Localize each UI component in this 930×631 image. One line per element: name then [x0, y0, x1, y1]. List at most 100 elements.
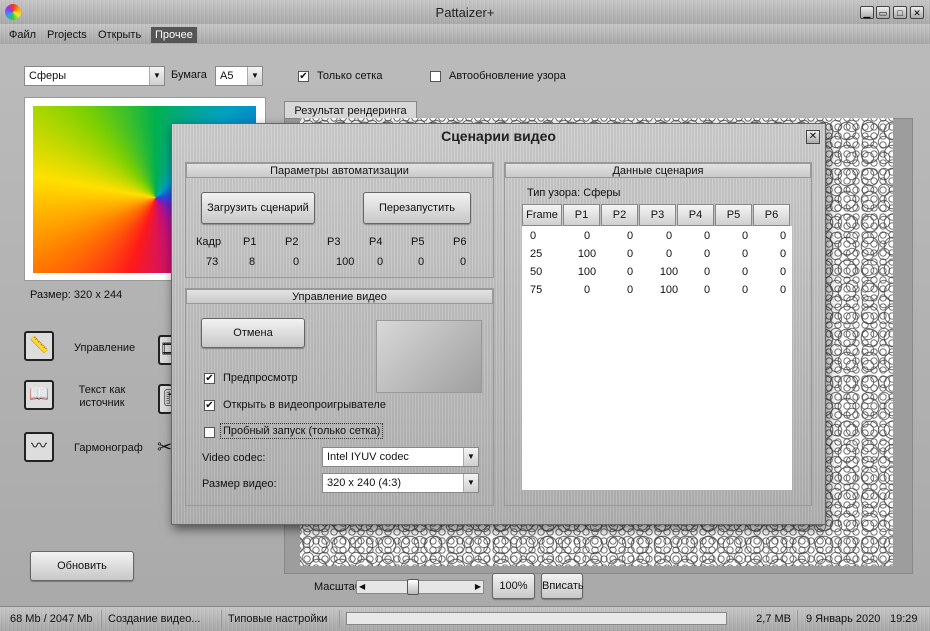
table-cell: 0: [741, 266, 749, 278]
table-cell: 100: [659, 284, 679, 296]
table-cell: 0: [779, 284, 787, 296]
scissors-icon[interactable]: ✂: [157, 437, 172, 458]
feature-harmonograph[interactable]: 〰 Гармонограф: [24, 432, 154, 468]
status-task: Создание видео...: [102, 610, 222, 628]
close-button[interactable]: ✕: [910, 6, 924, 19]
table-cell: 0: [583, 284, 591, 296]
table-cell: 100: [577, 248, 597, 260]
refresh-button[interactable]: Обновить: [30, 551, 134, 581]
slider-right-arrow-icon[interactable]: ▶: [475, 581, 481, 593]
col-p4[interactable]: P4: [677, 204, 714, 226]
feature-text-source[interactable]: 📖 Текст как источник: [24, 380, 154, 416]
p6-value: 0: [460, 256, 467, 268]
table-cell: 50: [530, 266, 543, 278]
only-grid-label: Только сетка: [317, 70, 383, 82]
progress-bar: [346, 612, 727, 625]
restore-button[interactable]: ▭: [876, 6, 890, 19]
table-cell: 0: [741, 230, 749, 242]
status-bar: 68 Mb / 2047 Mb Создание видео... Типовы…: [0, 606, 930, 631]
dialog-close-icon[interactable]: ✕: [806, 130, 820, 144]
video-size-select-value: 320 x 240 (4:3): [327, 477, 401, 489]
codec-label: Video codec:: [202, 452, 266, 464]
chevron-down-icon: ▼: [463, 474, 478, 492]
maximize-button[interactable]: □: [893, 6, 907, 19]
scenario-table-body[interactable]: 0 0 0 0 0 0 0 25 100 0 0 0 0 0 50 100 0 100 0 0 0 75 0 0 100 0 0 0: [522, 226, 792, 490]
slider-thumb[interactable]: [407, 579, 419, 595]
codec-select[interactable]: Intel IYUV codec ▼: [322, 447, 479, 467]
restart-button[interactable]: Перезапустить: [363, 192, 471, 224]
load-scenario-button[interactable]: Загрузить сценарий: [201, 192, 315, 224]
menu-other[interactable]: Прочее: [151, 27, 197, 43]
frame-value: 73: [206, 256, 219, 268]
menu-file[interactable]: Файл: [5, 27, 40, 43]
menu-bar: Файл Projects Открыть Прочее: [0, 24, 930, 44]
feature-harmonograph-label: Гармонограф: [74, 442, 143, 454]
menu-projects[interactable]: Projects: [43, 27, 91, 43]
table-cell: 0: [665, 230, 673, 242]
slider-icon[interactable]: 🎚: [158, 384, 180, 414]
scale-slider[interactable]: ◀ ▶: [356, 579, 484, 595]
fit-button[interactable]: Вписать: [541, 573, 584, 599]
trial-run-label: Пробный запуск (только сетка): [220, 423, 384, 439]
slider-left-arrow-icon[interactable]: ◀: [359, 581, 365, 593]
pattern-type-label: Тип узора: Сферы: [527, 187, 621, 199]
p3-value: 100: [336, 256, 355, 268]
col-p6[interactable]: P6: [753, 204, 790, 226]
title-bar: Pattaizer+ ▁ ▭ □ ✕: [0, 0, 930, 26]
col-p2[interactable]: P2: [601, 204, 638, 226]
paper-select[interactable]: A5 ▼: [215, 66, 263, 86]
table-cell: 0: [703, 230, 711, 242]
col-frame[interactable]: Frame: [522, 204, 562, 226]
p4-header: P4: [369, 236, 383, 248]
trial-run-checkbox[interactable]: [204, 427, 215, 438]
table-row[interactable]: 75 0 0 100 0 0 0: [522, 284, 792, 302]
col-p3[interactable]: P3: [639, 204, 676, 226]
col-p5[interactable]: P5: [715, 204, 752, 226]
open-player-checkbox[interactable]: ✔: [204, 400, 215, 411]
table-cell: 100: [659, 266, 679, 278]
zoom-100-button[interactable]: 100%: [492, 573, 535, 599]
p2-header: P2: [285, 236, 299, 248]
dialog-title: Сценарии видео: [441, 128, 556, 144]
table-row[interactable]: 25 100 0 0 0 0 0: [522, 248, 792, 266]
cancel-button[interactable]: Отмена: [201, 318, 305, 348]
table-row[interactable]: 0 0 0 0 0 0 0: [522, 230, 792, 248]
scenario-data-group-header: Данные сценария: [505, 163, 811, 178]
pattern-select-value: Сферы: [29, 70, 67, 82]
table-row[interactable]: 50 100 0 100 0 0 0: [522, 266, 792, 284]
preview-checkbox[interactable]: ✔: [204, 373, 215, 384]
video-control-group: Управление видео Отмена ✔ Предпросмотр ✔…: [185, 288, 494, 506]
video-control-group-header: Управление видео: [186, 289, 493, 304]
open-player-label: Открыть в видеопроигрывателе: [223, 399, 386, 411]
ruler-icon: 📏: [24, 331, 54, 361]
col-p1[interactable]: P1: [563, 204, 600, 226]
only-grid-checkbox[interactable]: ✔: [298, 71, 309, 82]
table-cell: 0: [779, 266, 787, 278]
table-cell: 0: [703, 266, 711, 278]
feature-control-label: Управление: [74, 342, 136, 354]
feature-text-source-label: Текст как источник: [78, 384, 126, 409]
table-cell: 75: [530, 284, 543, 296]
frame-header: Кадр: [196, 236, 222, 248]
status-settings: Типовые настройки: [222, 610, 340, 628]
status-memory: 68 Mb / 2047 Mb: [4, 610, 102, 628]
pattern-select[interactable]: Сферы ▼: [24, 66, 165, 86]
video-size-select[interactable]: 320 x 240 (4:3) ▼: [322, 473, 479, 493]
table-cell: 0: [741, 248, 749, 260]
table-cell: 0: [741, 284, 749, 296]
status-time: 19:29: [890, 613, 918, 625]
p2-value: 0: [293, 256, 300, 268]
table-cell: 25: [530, 248, 543, 260]
status-file-size: 2,7 MB: [738, 610, 798, 628]
auto-update-checkbox[interactable]: [430, 71, 441, 82]
menu-open[interactable]: Открыть: [94, 27, 145, 43]
automation-group-header: Параметры автоматизации: [186, 163, 493, 178]
scale-label: Масштаб: [314, 581, 362, 593]
feature-control[interactable]: 📏 Управление: [24, 331, 154, 367]
minimize-button[interactable]: ▁: [860, 6, 874, 19]
auto-update-label: Автообновление узора: [449, 70, 566, 82]
table-cell: 100: [577, 266, 597, 278]
p6-header: P6: [453, 236, 467, 248]
table-cell: 0: [626, 248, 634, 260]
video-preview-box: [376, 320, 482, 393]
